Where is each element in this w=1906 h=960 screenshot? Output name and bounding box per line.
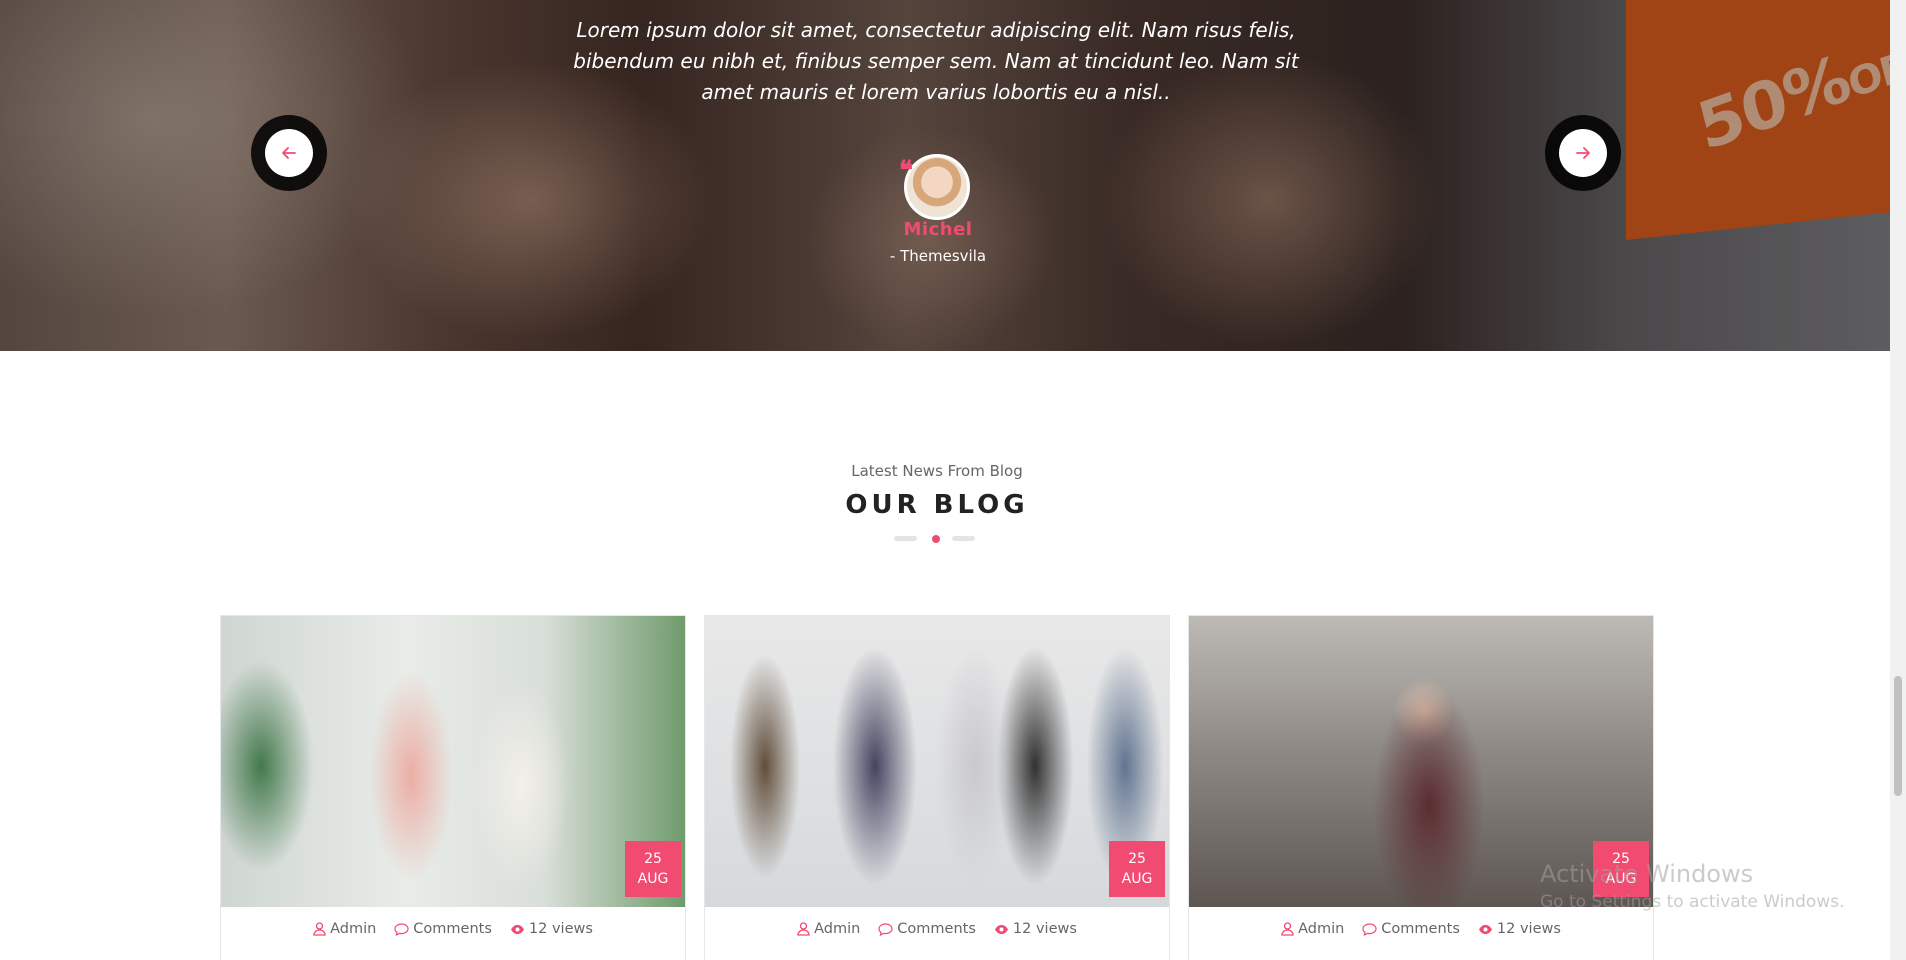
testimonial-quote: Lorem ipsum dolor sit amet, consectetur … [573,18,1299,104]
post-comments-label: Comments [413,921,492,937]
date-badge: 25 AUG [1109,841,1165,897]
eye-icon [1478,924,1492,934]
user-icon [797,922,810,936]
post-comments[interactable]: Comments [1362,921,1460,937]
date-badge: 25 AUG [625,841,681,897]
post-views-label: 12 views [528,921,593,937]
testimonial-section: 50%OFF Lorem ipsum dolor sit amet, conse… [0,0,1890,351]
post-views-label: 12 views [1496,921,1561,937]
eye-icon [994,924,1008,934]
title-divider-left [894,536,917,541]
comment-icon [394,922,409,936]
blog-subtitle: Latest News From Blog [851,462,1023,480]
page-scrollbar[interactable] [1890,0,1906,960]
post-views: 12 views [510,921,593,937]
scrollbar-thumb[interactable] [1894,676,1902,796]
post-author-label: Admin [814,921,861,937]
blog-card[interactable]: 25 AUG Admin Comments 12 views [704,615,1170,960]
user-icon [1281,922,1294,936]
prev-button-inner[interactable] [265,129,313,177]
watermark-title: Activate Windows [1540,860,1754,888]
activate-windows-watermark: Activate Windows Go to Settings to activ… [1540,860,1845,912]
quote-mark-icon: ❝ [899,156,913,186]
eye-icon [510,924,524,934]
author-avatar [904,154,970,220]
title-divider-dot [932,535,940,543]
post-author[interactable]: Admin [797,921,860,937]
post-author-label: Admin [330,921,377,937]
post-author[interactable]: Admin [1281,921,1344,937]
date-month: AUG [1121,871,1153,887]
blog-post-image[interactable]: 25 AUG [221,616,685,907]
post-comments-label: Comments [897,921,976,937]
comment-icon [1362,922,1377,936]
author-name: Michel [903,219,973,240]
comment-icon [878,922,893,936]
blog-card[interactable]: 25 AUG Admin Comments 12 views [220,615,686,960]
post-author-label: Admin [1298,921,1345,937]
arrow-right-icon [1576,147,1590,159]
blog-title: OUR BLOG [845,490,1029,520]
date-day: 25 [1128,851,1146,867]
author-company: - Themesvila [889,247,987,265]
blog-post-image[interactable]: 25 AUG [705,616,1169,907]
post-meta: Admin Comments 12 views [705,921,1169,937]
watermark-subtitle: Go to Settings to activate Windows. [1540,892,1845,912]
user-icon [313,922,326,936]
post-comments[interactable]: Comments [878,921,976,937]
post-views: 12 views [1478,921,1561,937]
next-testimonial-button[interactable] [1545,115,1621,191]
arrow-left-icon [282,147,296,159]
date-day: 25 [644,851,662,867]
date-month: AUG [637,871,669,887]
prev-testimonial-button[interactable] [251,115,327,191]
title-divider-right [952,536,975,541]
post-author[interactable]: Admin [313,921,376,937]
next-button-inner[interactable] [1559,129,1607,177]
post-views: 12 views [994,921,1077,937]
post-comments[interactable]: Comments [394,921,492,937]
post-views-label: 12 views [1012,921,1077,937]
post-comments-label: Comments [1381,921,1460,937]
post-meta: Admin Comments 12 views [221,921,685,937]
post-meta: Admin Comments 12 views [1189,921,1653,937]
